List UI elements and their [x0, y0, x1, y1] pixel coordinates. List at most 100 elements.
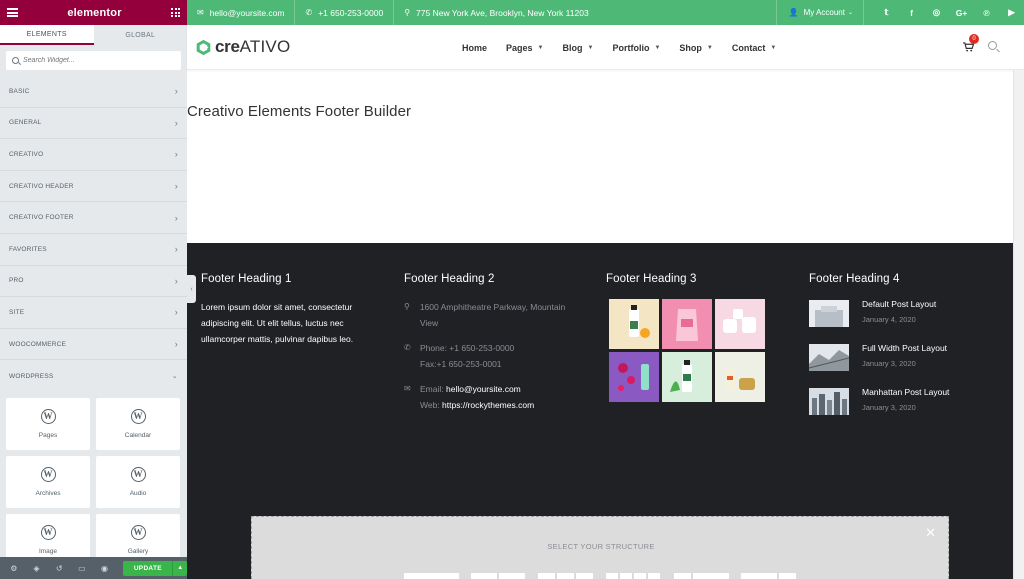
- nav-portfolio[interactable]: Portfolio ▼: [612, 43, 660, 53]
- responsive-icon[interactable]: ▭: [74, 557, 90, 579]
- nav-menu: Home Pages ▼ Blog ▼ Portfolio ▼ Shop ▼ Conta…: [462, 25, 795, 70]
- logo-text-light: ATIVO: [239, 37, 291, 56]
- tab-elements[interactable]: ELEMENTS: [0, 25, 94, 45]
- chevron-down-icon: ⌄: [847, 10, 853, 16]
- wordpress-icon: W: [130, 524, 146, 540]
- category-favorites[interactable]: FAVORITES ›: [0, 234, 187, 266]
- category-label: CREATIVO HEADER: [9, 182, 74, 190]
- footer-heading: Footer Heading 3: [606, 273, 697, 285]
- chevron-down-icon: ▼: [587, 44, 594, 51]
- footer-post[interactable]: Full Width Post Layout January 3, 2020: [809, 343, 999, 371]
- update-button[interactable]: UPDATE: [123, 560, 173, 576]
- layers-icon[interactable]: ◈: [29, 557, 45, 579]
- nav-blog[interactable]: Blog ▼: [563, 43, 594, 53]
- post-title[interactable]: Manhattan Post Layout: [862, 387, 949, 397]
- panel-tabs: ELEMENTS GLOBAL: [0, 25, 187, 45]
- search-icon[interactable]: [988, 41, 997, 50]
- google-plus-icon[interactable]: G+: [949, 0, 974, 25]
- gallery-image[interactable]: [662, 352, 712, 402]
- widget-search-input[interactable]: [23, 57, 163, 64]
- nav-contact[interactable]: Contact ▼: [732, 43, 776, 53]
- main-navbar: cre ATIVO Home Pages ▼ Blog ▼ Portfolio ▼ Sh…: [187, 25, 1024, 70]
- footer-email-link[interactable]: hello@yoursite.com: [446, 384, 521, 394]
- chevron-right-icon: ›: [174, 212, 178, 223]
- footer-heading: Footer Heading 4: [809, 273, 900, 285]
- nav-label: Contact: [731, 42, 766, 53]
- category-woocommerce[interactable]: WOOCOMMERCE ›: [0, 329, 187, 361]
- phone-icon: ✆: [404, 343, 411, 352]
- widget-archives[interactable]: W Archives: [6, 455, 90, 508]
- preview-eye-icon[interactable]: ◉: [97, 557, 113, 579]
- category-wordpress[interactable]: WORDPRESS ⌄: [0, 360, 187, 392]
- category-creativo[interactable]: CREATIVO ›: [0, 139, 187, 171]
- topbar-email[interactable]: ✉ hello@yoursite.com: [187, 0, 296, 25]
- post-thumbnail[interactable]: [809, 300, 849, 327]
- chevron-right-icon: ›: [174, 86, 178, 97]
- widget-label: Pages: [38, 431, 58, 439]
- nav-pages[interactable]: Pages ▼: [506, 43, 543, 53]
- category-site[interactable]: SITE ›: [0, 297, 187, 329]
- widget-calendar[interactable]: W Calendar: [96, 397, 180, 450]
- category-pro[interactable]: PRO ›: [0, 266, 187, 298]
- top-bar: ✉ hello@yoursite.com ✆ +1 650-253-0000 ⚲ 77…: [187, 0, 1024, 25]
- gallery-image[interactable]: [715, 352, 765, 402]
- topbar-address: ⚲ 775 New York Ave, Brooklyn, New York 11…: [394, 0, 599, 25]
- gallery-image[interactable]: [715, 299, 765, 349]
- envelope-icon: ✉: [197, 8, 204, 17]
- structure-preset-4-col[interactable]: [606, 573, 660, 579]
- footer-phone: ✆ Phone: +1 650-253-0000 Fax:+1 650-253-0…: [404, 340, 584, 372]
- menu-icon[interactable]: [7, 8, 18, 17]
- gallery-image[interactable]: [662, 299, 712, 349]
- update-options-button[interactable]: ▲: [172, 560, 188, 576]
- category-creativo-header[interactable]: CREATIVO HEADER ›: [0, 171, 187, 203]
- category-list: BASIC › GENERAL › CREATIVO › CREATIVO HEADE…: [0, 76, 187, 392]
- widget-audio[interactable]: W Audio: [96, 455, 180, 508]
- post-thumbnail[interactable]: [809, 388, 849, 415]
- facebook-icon[interactable]: f: [899, 0, 924, 25]
- chevron-right-icon: ›: [174, 117, 178, 128]
- nav-home[interactable]: Home: [462, 43, 487, 53]
- tab-global[interactable]: GLOBAL: [93, 25, 187, 45]
- category-creativo-footer[interactable]: CREATIVO FOOTER ›: [0, 202, 187, 234]
- footer-post[interactable]: Manhattan Post Layout January 3, 2020: [809, 387, 999, 415]
- nav-shop[interactable]: Shop ▼: [679, 43, 712, 53]
- collapse-panel-toggle[interactable]: ‹: [187, 275, 196, 303]
- gallery-image[interactable]: [609, 352, 659, 402]
- twitter-icon[interactable]: 𝕥: [874, 0, 899, 25]
- post-title[interactable]: Full Width Post Layout: [862, 343, 947, 353]
- preview-scrollbar[interactable]: [1013, 70, 1024, 579]
- category-general[interactable]: GENERAL ›: [0, 108, 187, 140]
- post-thumbnail[interactable]: [809, 344, 849, 371]
- widget-pages[interactable]: W Pages: [6, 397, 90, 450]
- category-label: SITE: [9, 308, 25, 316]
- structure-preset-1-col[interactable]: [404, 573, 459, 579]
- post-date: January 4, 2020: [862, 315, 916, 324]
- topbar-phone[interactable]: ✆ +1 650-253-0000: [295, 0, 395, 25]
- close-icon[interactable]: ✕: [925, 525, 936, 541]
- instagram-icon[interactable]: ◎: [924, 0, 949, 25]
- footer-web-link[interactable]: https://rockythemes.com: [442, 400, 534, 410]
- pinterest-icon[interactable]: ℗: [974, 0, 999, 25]
- structure-preset-2-1-col[interactable]: [741, 573, 796, 579]
- structure-preset-2-col[interactable]: [471, 573, 525, 579]
- wordpress-icon: W: [130, 408, 146, 424]
- settings-icon[interactable]: ⚙: [6, 557, 22, 579]
- chevron-right-icon: ›: [174, 244, 178, 255]
- post-title[interactable]: Default Post Layout: [862, 299, 936, 309]
- widgets-grid-icon[interactable]: [171, 8, 180, 17]
- site-preview: ✉ hello@yoursite.com ✆ +1 650-253-0000 ⚲ 77…: [187, 0, 1024, 579]
- footer-post[interactable]: Default Post Layout January 4, 2020: [809, 299, 999, 327]
- structure-preset-1-2-col[interactable]: [674, 573, 729, 579]
- category-label: WORDPRESS: [9, 372, 54, 380]
- chevron-down-icon: ▼: [537, 44, 544, 51]
- youtube-icon[interactable]: ▶: [999, 0, 1024, 25]
- search-icon: [12, 57, 19, 64]
- site-logo[interactable]: cre ATIVO: [195, 37, 290, 57]
- wordpress-icon: W: [40, 408, 56, 424]
- my-account-menu[interactable]: 👤 My Account ⌄: [775, 0, 864, 25]
- category-basic[interactable]: BASIC ›: [0, 76, 187, 108]
- history-icon[interactable]: ↺: [51, 557, 67, 579]
- structure-preset-3-col[interactable]: [538, 573, 593, 579]
- gallery-image[interactable]: [609, 299, 659, 349]
- footer-heading: Footer Heading 2: [404, 273, 495, 285]
